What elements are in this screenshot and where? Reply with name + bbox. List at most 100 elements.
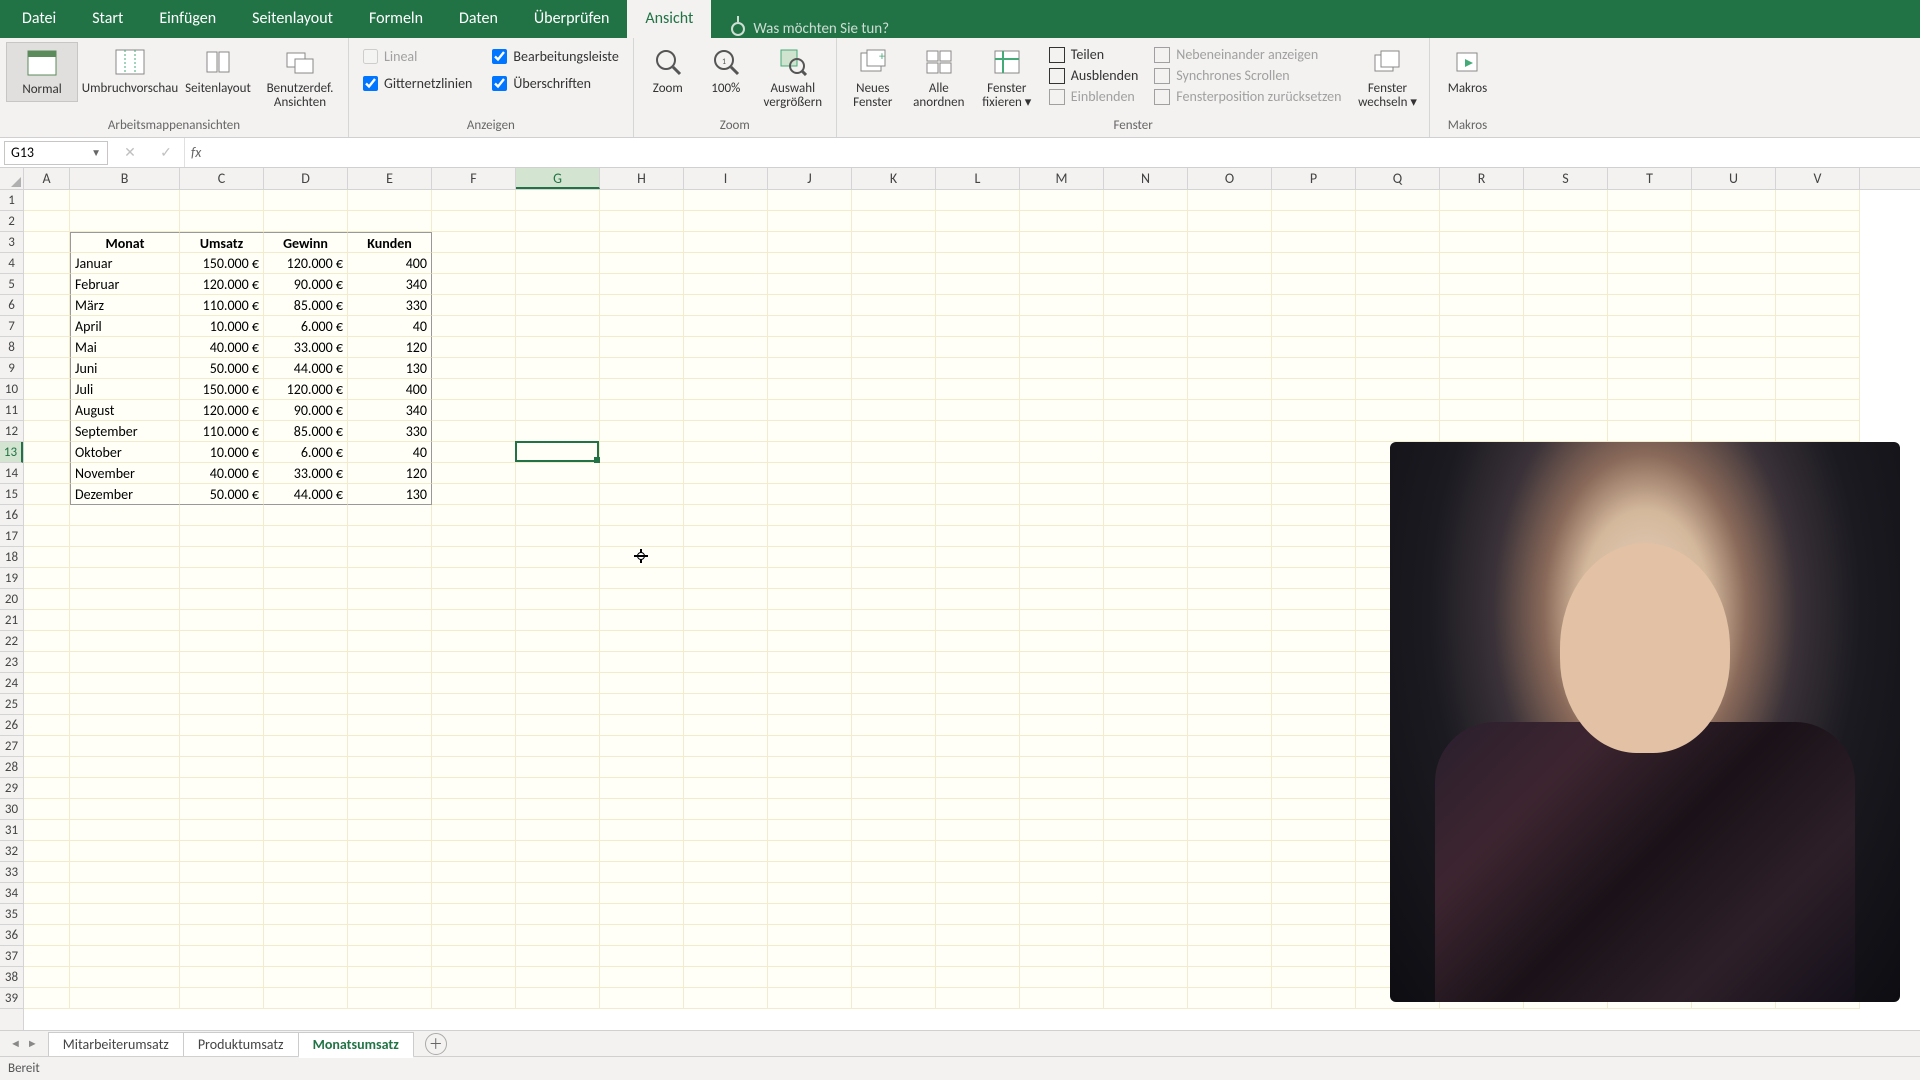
cell-M18[interactable] xyxy=(1020,547,1104,568)
cell-B20[interactable] xyxy=(70,589,180,610)
cell-H8[interactable] xyxy=(600,337,684,358)
sheet-tab-2[interactable]: Produktumsatz xyxy=(183,1032,299,1056)
cell-H16[interactable] xyxy=(600,505,684,526)
cell-A34[interactable] xyxy=(24,883,70,904)
cell-E13[interactable]: 40 xyxy=(348,442,432,463)
cell-H39[interactable] xyxy=(600,988,684,1009)
cell-I32[interactable] xyxy=(684,841,768,862)
cell-G11[interactable] xyxy=(516,400,600,421)
cell-T7[interactable] xyxy=(1608,316,1692,337)
cell-B31[interactable] xyxy=(70,820,180,841)
cell-H18[interactable] xyxy=(600,547,684,568)
cell-R2[interactable] xyxy=(1440,211,1524,232)
cell-P21[interactable] xyxy=(1272,610,1356,631)
cell-N15[interactable] xyxy=(1104,484,1188,505)
col-header-N[interactable]: N xyxy=(1104,168,1188,189)
cell-E35[interactable] xyxy=(348,904,432,925)
cell-K32[interactable] xyxy=(852,841,936,862)
col-header-G[interactable]: G xyxy=(516,168,600,189)
cell-P19[interactable] xyxy=(1272,568,1356,589)
cell-M36[interactable] xyxy=(1020,925,1104,946)
cell-H14[interactable] xyxy=(600,463,684,484)
cell-A25[interactable] xyxy=(24,694,70,715)
freeze-panes-button[interactable]: Fenster fixieren ▾ xyxy=(975,42,1039,115)
cell-I26[interactable] xyxy=(684,715,768,736)
row-header-31[interactable]: 31 xyxy=(0,820,23,841)
cell-P33[interactable] xyxy=(1272,862,1356,883)
cell-O37[interactable] xyxy=(1188,946,1272,967)
cell-P11[interactable] xyxy=(1272,400,1356,421)
cell-C20[interactable] xyxy=(180,589,264,610)
row-header-10[interactable]: 10 xyxy=(0,379,23,400)
chevron-down-icon[interactable]: ▼ xyxy=(91,146,101,159)
cell-D37[interactable] xyxy=(264,946,348,967)
cell-N12[interactable] xyxy=(1104,421,1188,442)
split-button[interactable]: Teilen xyxy=(1049,46,1139,63)
cell-F13[interactable] xyxy=(432,442,516,463)
row-header-39[interactable]: 39 xyxy=(0,988,23,1009)
view-custom-button[interactable]: Benutzerdef. Ansichten xyxy=(258,42,342,115)
cell-G26[interactable] xyxy=(516,715,600,736)
cell-J26[interactable] xyxy=(768,715,852,736)
cell-M12[interactable] xyxy=(1020,421,1104,442)
cell-I2[interactable] xyxy=(684,211,768,232)
cell-G34[interactable] xyxy=(516,883,600,904)
cell-P13[interactable] xyxy=(1272,442,1356,463)
cell-L4[interactable] xyxy=(936,253,1020,274)
cell-C30[interactable] xyxy=(180,799,264,820)
cell-F4[interactable] xyxy=(432,253,516,274)
cell-N33[interactable] xyxy=(1104,862,1188,883)
cell-A29[interactable] xyxy=(24,778,70,799)
cell-P26[interactable] xyxy=(1272,715,1356,736)
cell-J27[interactable] xyxy=(768,736,852,757)
cell-O28[interactable] xyxy=(1188,757,1272,778)
cell-F27[interactable] xyxy=(432,736,516,757)
cell-Q11[interactable] xyxy=(1356,400,1440,421)
cell-O4[interactable] xyxy=(1188,253,1272,274)
cell-H25[interactable] xyxy=(600,694,684,715)
cell-J10[interactable] xyxy=(768,379,852,400)
cell-K27[interactable] xyxy=(852,736,936,757)
cell-N19[interactable] xyxy=(1104,568,1188,589)
cell-R1[interactable] xyxy=(1440,190,1524,211)
cell-N18[interactable] xyxy=(1104,547,1188,568)
row-header-34[interactable]: 34 xyxy=(0,883,23,904)
cell-C31[interactable] xyxy=(180,820,264,841)
cell-S5[interactable] xyxy=(1524,274,1608,295)
col-header-V[interactable]: V xyxy=(1776,168,1860,189)
cell-F1[interactable] xyxy=(432,190,516,211)
cell-I12[interactable] xyxy=(684,421,768,442)
cell-B37[interactable] xyxy=(70,946,180,967)
cell-V3[interactable] xyxy=(1776,232,1860,253)
cell-D18[interactable] xyxy=(264,547,348,568)
cell-R5[interactable] xyxy=(1440,274,1524,295)
cell-G22[interactable] xyxy=(516,631,600,652)
cell-V2[interactable] xyxy=(1776,211,1860,232)
zoom-button[interactable]: Zoom xyxy=(640,42,696,100)
row-header-3[interactable]: 3 xyxy=(0,232,23,253)
cell-K36[interactable] xyxy=(852,925,936,946)
cell-B21[interactable] xyxy=(70,610,180,631)
cell-N4[interactable] xyxy=(1104,253,1188,274)
cell-E14[interactable]: 120 xyxy=(348,463,432,484)
cell-L5[interactable] xyxy=(936,274,1020,295)
cell-B18[interactable] xyxy=(70,547,180,568)
cell-C27[interactable] xyxy=(180,736,264,757)
cell-O5[interactable] xyxy=(1188,274,1272,295)
cell-J6[interactable] xyxy=(768,295,852,316)
cell-F26[interactable] xyxy=(432,715,516,736)
cell-A33[interactable] xyxy=(24,862,70,883)
cell-L8[interactable] xyxy=(936,337,1020,358)
cell-B2[interactable] xyxy=(70,211,180,232)
chk-ueberschriften[interactable]: Überschriften xyxy=(492,75,618,92)
cell-O25[interactable] xyxy=(1188,694,1272,715)
cell-O32[interactable] xyxy=(1188,841,1272,862)
cell-T1[interactable] xyxy=(1608,190,1692,211)
cell-F28[interactable] xyxy=(432,757,516,778)
cell-N26[interactable] xyxy=(1104,715,1188,736)
cell-E18[interactable] xyxy=(348,547,432,568)
cell-P4[interactable] xyxy=(1272,253,1356,274)
cell-C23[interactable] xyxy=(180,652,264,673)
cell-J21[interactable] xyxy=(768,610,852,631)
cell-P32[interactable] xyxy=(1272,841,1356,862)
